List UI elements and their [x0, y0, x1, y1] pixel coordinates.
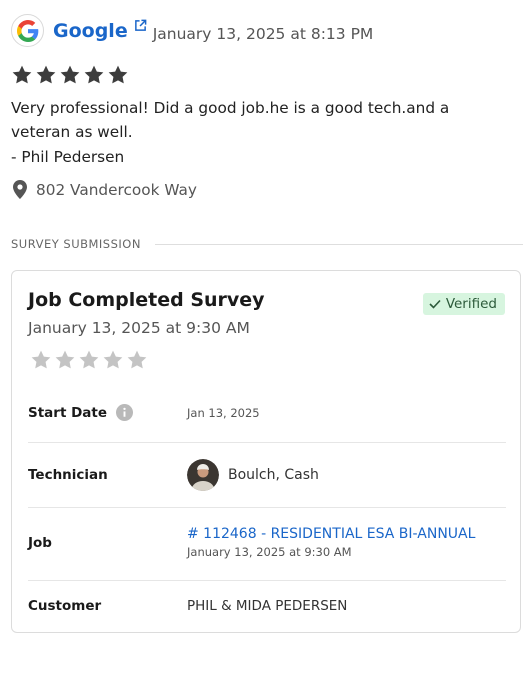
review-source-link[interactable]: Google [53, 20, 128, 42]
job-date: January 13, 2025 at 9:30 AM [187, 545, 352, 559]
star-icon [36, 65, 56, 84]
survey-rating [30, 349, 148, 371]
review-address: 802 Vandercook Way [11, 180, 197, 199]
star-icon [84, 65, 104, 84]
row-divider [28, 507, 506, 508]
star-icon[interactable] [126, 349, 148, 371]
section-label: SURVEY SUBMISSION [11, 237, 141, 251]
section-header: SURVEY SUBMISSION [11, 237, 523, 251]
check-icon [429, 299, 441, 309]
verified-label: Verified [445, 296, 497, 312]
survey-card: Job Completed Survey January 13, 2025 at… [11, 270, 521, 633]
job-row: Job # 112468 - RESIDENTIAL ESA BI-ANNUAL… [28, 526, 506, 559]
start-date-label: Start Date [28, 404, 108, 421]
review-date: January 13, 2025 at 8:13 PM [152, 24, 374, 43]
star-icon[interactable] [78, 349, 100, 371]
star-icon[interactable] [30, 349, 52, 371]
customer-row: Customer PHIL & MIDA PEDERSEN [28, 598, 506, 614]
row-divider [28, 580, 506, 581]
start-date-value: Jan 13, 2025 [187, 405, 260, 420]
survey-date: January 13, 2025 at 9:30 AM [28, 319, 250, 337]
external-link-icon[interactable] [134, 17, 147, 36]
star-icon [60, 65, 80, 84]
address-text: 802 Vandercook Way [36, 180, 197, 199]
technician-label: Technician [28, 467, 108, 483]
job-label: Job [28, 534, 52, 551]
technician-row: Technician Boulch, Cash [28, 459, 506, 491]
star-icon[interactable] [54, 349, 76, 371]
start-date-row: Start Date Jan 13, 2025 [28, 404, 506, 421]
technician-name: Boulch, Cash [228, 467, 319, 483]
review-text: Very professional! Did a good job.he is … [11, 99, 450, 141]
review-rating [11, 64, 129, 86]
job-link[interactable]: # 112468 - RESIDENTIAL ESA BI-ANNUAL [187, 526, 475, 542]
star-icon[interactable] [102, 349, 124, 371]
verified-badge: Verified [422, 293, 505, 315]
star-icon [12, 65, 32, 84]
technician-avatar [187, 459, 219, 491]
info-icon[interactable] [116, 404, 134, 421]
star-icon [108, 65, 128, 84]
review-header: Google January 13, 2025 at 8:13 PM [11, 14, 373, 47]
customer-label: Customer [28, 598, 102, 614]
row-divider [28, 442, 506, 443]
survey-title: Job Completed Survey [28, 289, 265, 311]
review-panel: Google January 13, 2025 at 8:13 PM Very … [0, 0, 531, 678]
customer-name: PHIL & MIDA PEDERSEN [187, 598, 348, 614]
google-logo-icon [11, 14, 44, 47]
location-pin-icon [13, 180, 27, 199]
review-author: - Phil Pedersen [11, 148, 125, 166]
section-divider [154, 243, 523, 245]
